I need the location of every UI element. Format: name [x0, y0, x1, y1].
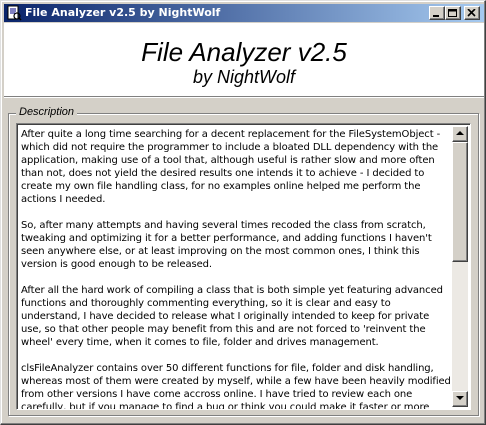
maximize-icon	[448, 9, 457, 17]
minimize-button[interactable]	[429, 6, 445, 20]
paragraph: After quite a long time searching for a …	[21, 129, 441, 205]
scroll-down-button[interactable]	[452, 391, 468, 407]
header-divider	[4, 96, 484, 98]
description-label: Description	[16, 105, 78, 119]
app-window: File Analyzer v2.5 by NightWolf File Ana…	[0, 0, 486, 425]
paragraph: After all the hard work of compiling a c…	[21, 285, 443, 348]
app-author: by NightWolf	[192, 67, 296, 87]
app-title: File Analyzer v2.5	[141, 37, 347, 67]
window-title: File Analyzer v2.5 by NightWolf	[25, 6, 221, 19]
scroll-up-button[interactable]	[452, 126, 468, 142]
arrow-down-icon	[456, 396, 464, 400]
vertical-scrollbar[interactable]	[452, 126, 468, 407]
title-bar[interactable]: File Analyzer v2.5 by NightWolf	[4, 4, 484, 22]
app-icon	[6, 5, 22, 21]
description-text: After quite a long time searching for a …	[21, 128, 451, 410]
paragraph: clsFileAnalyzer contains over 50 differe…	[21, 363, 451, 410]
minimize-icon	[433, 15, 439, 17]
close-icon	[467, 9, 476, 17]
header-banner: File Analyzer v2.5 by NightWolf	[4, 23, 484, 96]
description-textbox[interactable]: After quite a long time searching for a …	[16, 123, 471, 410]
close-button[interactable]	[464, 6, 480, 20]
scroll-thumb[interactable]	[452, 142, 468, 262]
paragraph: So, after many attempts and having sever…	[21, 220, 432, 270]
arrow-up-icon	[456, 131, 464, 135]
maximize-button[interactable]	[445, 6, 461, 20]
